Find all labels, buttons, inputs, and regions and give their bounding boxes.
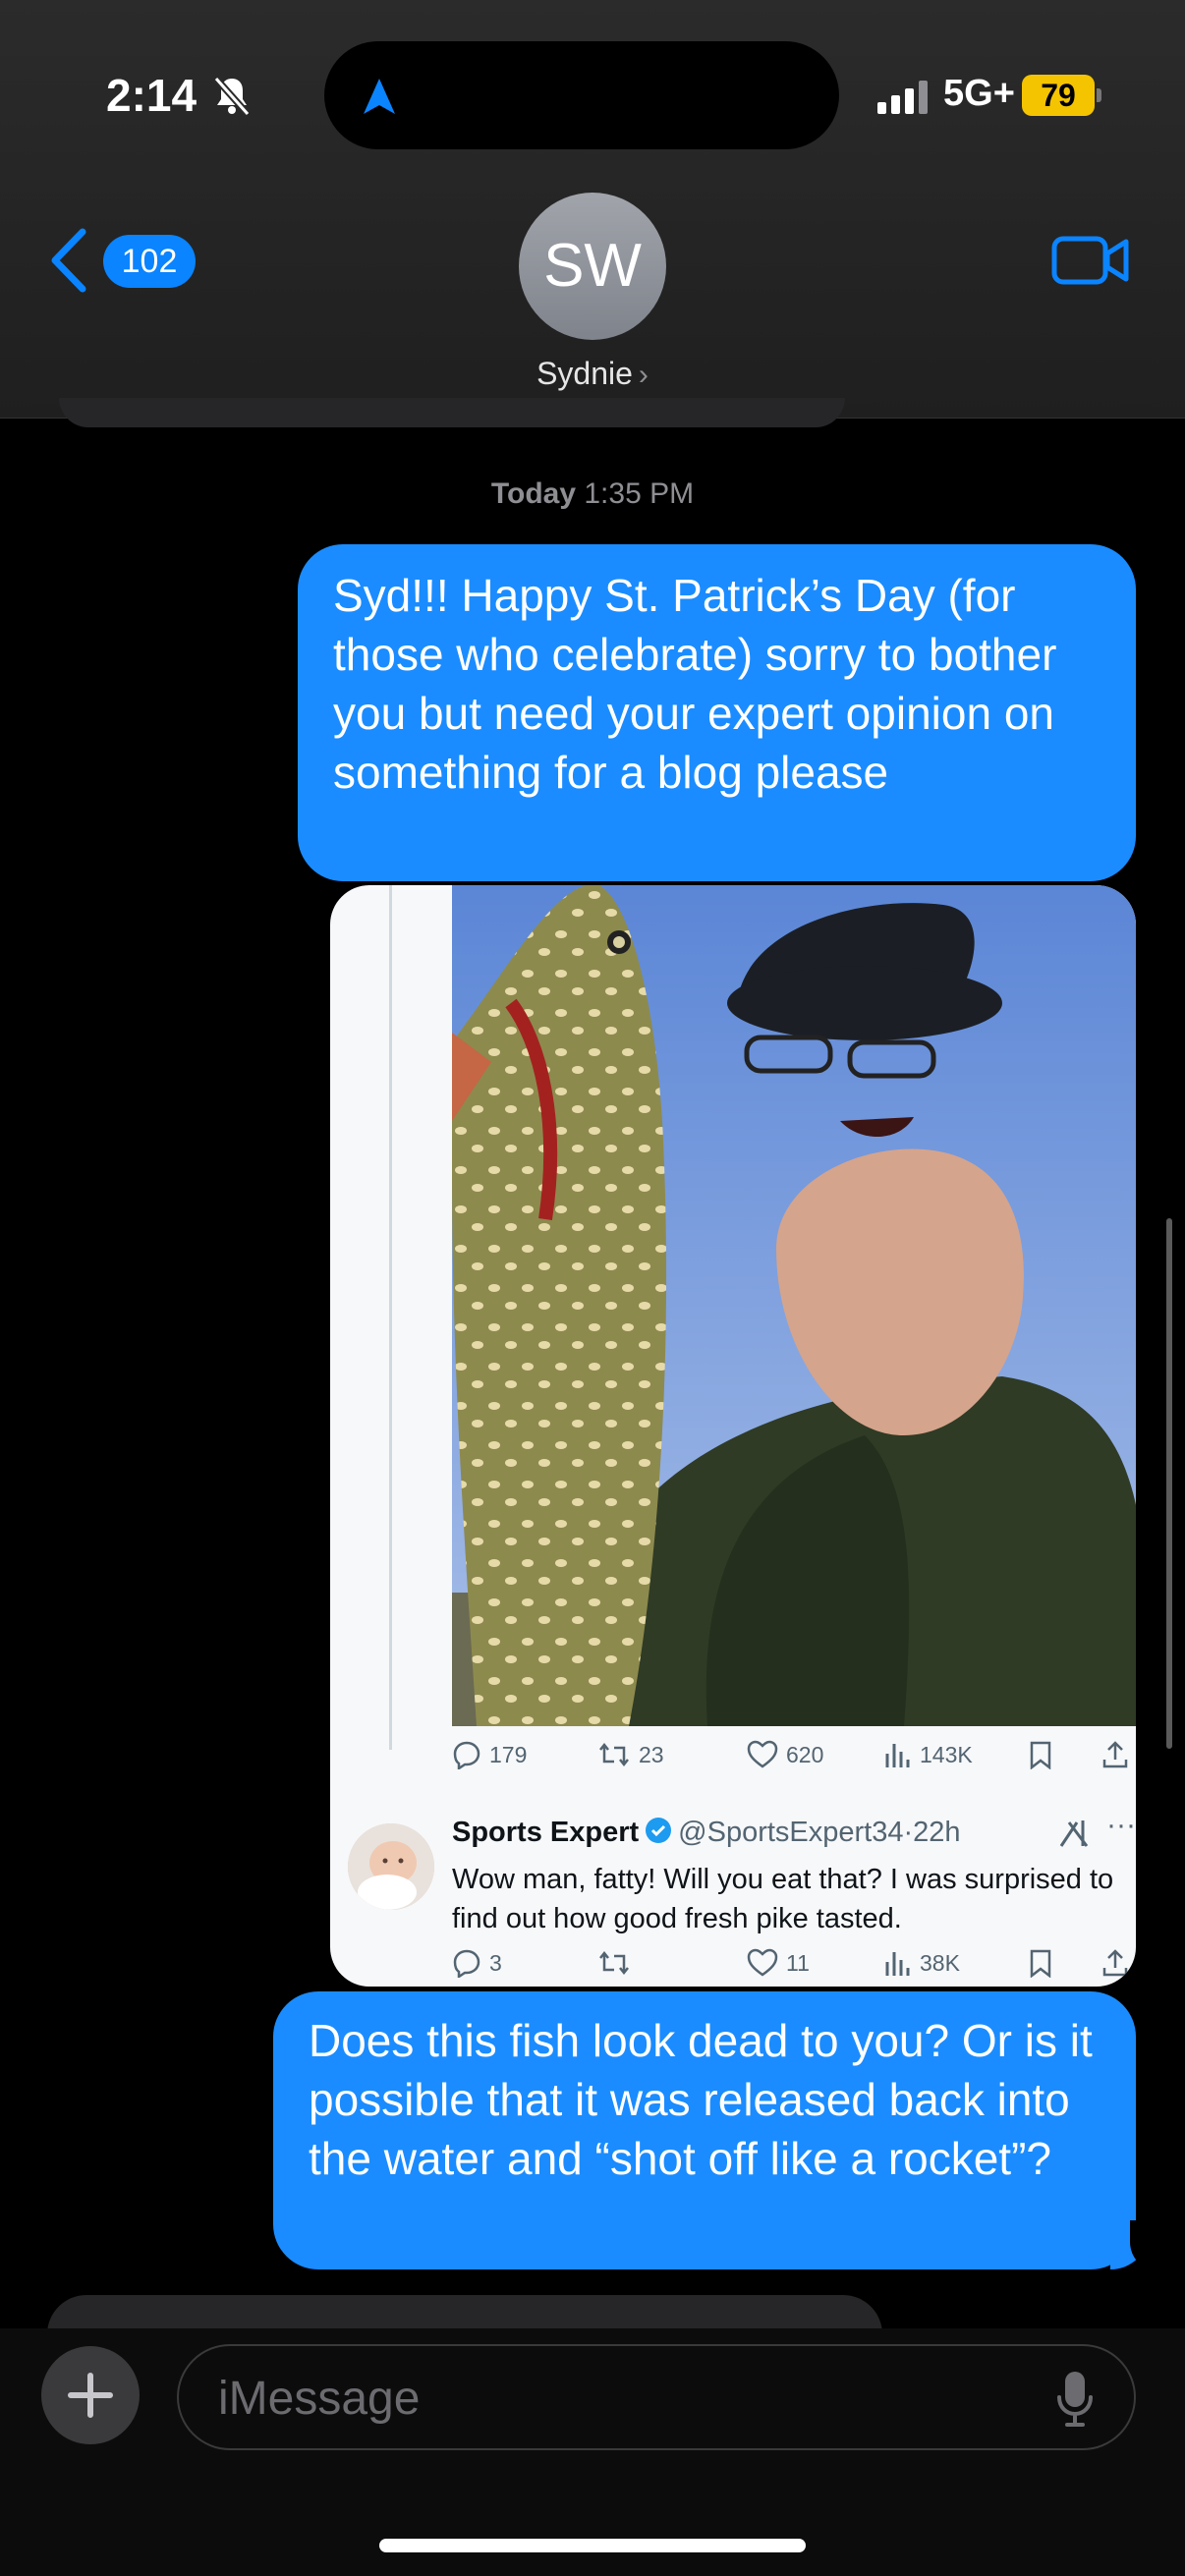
back-chevron-icon[interactable] (47, 226, 90, 295)
bookmark-icon (1030, 1741, 1051, 1769)
reply-author-handle[interactable]: @SportsExpert34 (678, 1817, 903, 1848)
sent-message-bubble[interactable]: Syd!!! Happy St. Patrick’s Day (for thos… (298, 544, 1136, 881)
battery-tip (1097, 88, 1101, 102)
battery-level: 79 (1022, 75, 1095, 116)
like-count: 620 (786, 1741, 824, 1767)
network-type: 5G+ (943, 73, 1015, 114)
bookmark-icon (1030, 1949, 1051, 1978)
reply-author-avatar (348, 1823, 434, 1910)
contact-avatar[interactable]: SW (519, 193, 666, 340)
bell-slash-icon (213, 76, 251, 116)
reply-share-action[interactable] (1100, 1948, 1130, 1978)
reply-icon (453, 1949, 480, 1978)
timestamp-time: 1:35 PM (584, 477, 695, 510)
retweet-icon (599, 1742, 629, 1767)
like-icon (747, 1948, 778, 1977)
reply-views-action[interactable]: 38K (884, 1948, 960, 1978)
views-action[interactable]: 143K (884, 1740, 973, 1769)
reply-views-count: 38K (920, 1949, 960, 1976)
reply-reply-action[interactable]: 3 (452, 1948, 502, 1978)
reply-header: Sports Expert @SportsExpert34·22h (452, 1817, 1136, 1849)
sent-message-bubble[interactable]: Does this fish look dead to you? Or is i… (273, 1991, 1136, 2269)
reply-action[interactable]: 179 (452, 1740, 527, 1769)
chevron-right-icon: › (638, 359, 649, 391)
separator-dot: · (903, 1817, 914, 1848)
reply-icon (453, 1741, 480, 1769)
views-count: 143K (920, 1741, 973, 1767)
contact-name-button[interactable]: Sydnie › (0, 356, 1185, 392)
share-icon (1102, 1949, 1128, 1977)
views-icon (885, 1952, 910, 1976)
retweet-action[interactable]: 23 (597, 1740, 664, 1769)
share-action[interactable] (1100, 1740, 1130, 1769)
bookmark-action[interactable] (1028, 1740, 1053, 1769)
reply-like-count: 11 (786, 1949, 810, 1976)
tweet-screenshot-image[interactable]: 179 23 620 143K Sports Expert @SportsExpe… (330, 885, 1136, 1987)
apps-plus-button[interactable] (41, 2346, 140, 2444)
message-timestamp: Today 1:35 PM (0, 477, 1185, 511)
like-icon (747, 1740, 778, 1768)
verified-icon (646, 1818, 672, 1843)
reply-retweet-action[interactable] (597, 1948, 639, 1978)
like-action[interactable]: 620 (747, 1740, 823, 1769)
reply-reply-count: 3 (489, 1949, 502, 1976)
message-input-field[interactable] (177, 2344, 1136, 2450)
retweet-count: 23 (639, 1741, 664, 1767)
bubble-tail-mask (1130, 2220, 1159, 2271)
home-indicator[interactable] (379, 2539, 806, 2552)
reply-count: 179 (489, 1741, 528, 1767)
signal-icon (877, 81, 928, 114)
timestamp-day: Today (490, 477, 577, 510)
plus-icon (68, 2373, 113, 2418)
scroll-indicator[interactable] (1166, 1218, 1172, 1749)
unread-count-badge[interactable]: 102 (103, 235, 196, 288)
reply-time: 22h (913, 1817, 961, 1848)
reply-like-action[interactable]: 11 (747, 1948, 810, 1978)
reply-actions: 3 11 38K (452, 1948, 1136, 1987)
reply-author-name[interactable]: Sports Expert (452, 1817, 639, 1848)
location-arrow-icon (364, 79, 395, 114)
previous-message-bubble (59, 398, 845, 427)
conversation-header: 2:14 5G+ 79 102 SW Sydnie › (0, 0, 1185, 419)
video-icon[interactable] (1051, 234, 1130, 287)
reply-text: Wow man, fatty! Will you eat that? I was… (452, 1864, 1114, 1934)
contact-name: Sydnie (536, 356, 633, 391)
fishing-photo (452, 885, 1136, 1726)
thread-line (389, 885, 392, 1750)
retweet-icon (599, 1950, 629, 1976)
dynamic-island (324, 41, 839, 149)
share-icon (1102, 1741, 1128, 1768)
mic-icon[interactable] (1055, 2370, 1095, 2429)
reply-bookmark-action[interactable] (1028, 1948, 1053, 1978)
views-icon (885, 1744, 910, 1767)
tweet-actions: 179 23 620 143K (452, 1740, 1136, 1779)
x-grok-icon[interactable] (1057, 1817, 1091, 1850)
message-input[interactable] (216, 2366, 1006, 2431)
status-time: 2:14 (106, 70, 198, 121)
more-options-icon[interactable]: ··· (1106, 1809, 1136, 1842)
